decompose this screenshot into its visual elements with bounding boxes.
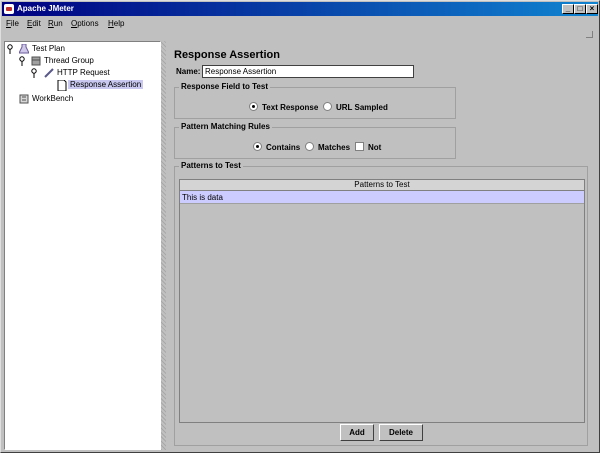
menu-run[interactable]: Run <box>48 18 63 30</box>
minimize-icon[interactable]: _ <box>562 4 574 14</box>
tree-node-http-request[interactable]: HTTP Request <box>57 67 110 79</box>
maximize-icon[interactable]: □ <box>574 4 586 14</box>
table-row[interactable]: This is data <box>180 191 584 204</box>
patterns-column-header[interactable]: Patterns to Test <box>180 180 584 191</box>
tree-node-workbench[interactable]: WorkBench <box>32 93 73 105</box>
patterns-table: Patterns to Test This is data <box>179 179 585 423</box>
url-sampled-radio[interactable]: URL Sampled <box>323 102 388 113</box>
expand-handle-icon[interactable] <box>7 44 13 54</box>
name-field[interactable] <box>202 65 414 78</box>
contains-radio[interactable]: Contains <box>253 142 300 153</box>
menu-bar: File Edit Run Options Help <box>2 17 598 31</box>
jmeter-app-icon <box>4 4 14 14</box>
menu-edit[interactable]: Edit <box>27 18 41 30</box>
radio-selected-icon <box>253 142 262 151</box>
patterns-title: Patterns to Test <box>179 161 243 171</box>
document-icon <box>57 79 67 92</box>
tree-node-response-assertion[interactable]: Response Assertion <box>68 79 144 91</box>
response-field-group: Response Field to Test Text Response URL… <box>174 82 456 119</box>
tree-node-test-plan[interactable]: Test Plan <box>32 43 65 55</box>
matches-radio[interactable]: Matches <box>305 142 350 153</box>
title-bar: Apache JMeter _ □ × <box>2 2 598 16</box>
pipette-icon <box>44 68 54 78</box>
radio-selected-icon <box>249 102 258 111</box>
workbench-icon <box>19 94 29 104</box>
delete-button[interactable]: Delete <box>379 424 423 441</box>
patterns-group: Patterns to Test Patterns to Test This i… <box>174 161 588 446</box>
window-title: Apache JMeter <box>17 4 74 13</box>
close-icon[interactable]: × <box>586 4 598 14</box>
radio-icon <box>305 142 314 151</box>
text-response-radio[interactable]: Text Response <box>249 102 318 113</box>
jmeter-window: Apache JMeter _ □ × File Edit Run Option… <box>0 0 600 453</box>
menu-options[interactable]: Options <box>71 18 99 30</box>
checkbox-icon <box>355 142 364 151</box>
page-title: Response Assertion <box>174 49 280 61</box>
spool-icon <box>31 56 41 66</box>
expand-handle-icon[interactable] <box>19 56 25 66</box>
menu-file[interactable]: File <box>6 18 19 30</box>
assertion-panel: Response Assertion Name: Response Field … <box>166 41 597 450</box>
menu-help[interactable]: Help <box>108 18 124 30</box>
not-checkbox[interactable]: Not <box>355 142 381 153</box>
name-label: Name: <box>176 67 201 76</box>
pattern-rules-group: Pattern Matching Rules Contains Matches … <box>174 122 456 159</box>
response-field-title: Response Field to Test <box>179 82 270 92</box>
expand-handle-icon[interactable] <box>31 68 37 78</box>
pattern-rules-title: Pattern Matching Rules <box>179 122 272 132</box>
radio-icon <box>323 102 332 111</box>
tree-node-thread-group[interactable]: Thread Group <box>44 55 94 67</box>
toolbar-grip-icon <box>586 31 593 38</box>
flask-icon <box>18 43 30 54</box>
test-tree: Test Plan Thread Group HTTP Request Resp… <box>4 41 161 450</box>
add-button[interactable]: Add <box>340 424 374 441</box>
